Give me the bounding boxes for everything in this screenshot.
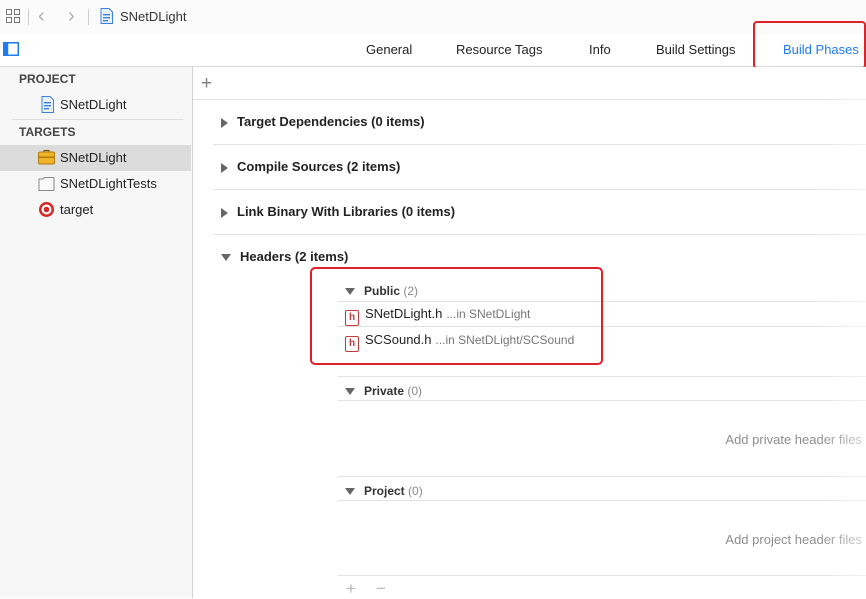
sidebar-item-project[interactable]: SNetDLight [0, 92, 191, 118]
disclosure-triangle-icon[interactable] [221, 162, 228, 173]
sidebar-toggle-icon[interactable] [3, 42, 19, 56]
phase-target-dependencies[interactable]: Target Dependencies (0 items) [221, 114, 425, 129]
sidebar-item-target-snetdlight[interactable]: SNetDLight [0, 145, 191, 171]
back-icon[interactable]: ‹ [38, 6, 45, 26]
divider [338, 400, 866, 401]
annotation-highlight-public-headers [310, 267, 603, 365]
project-navigator: PROJECT SNetDLight TARGETS SNetDLight SN… [0, 67, 193, 598]
group-label: Private [364, 384, 405, 398]
headers-private-group[interactable]: Private (0) [345, 382, 866, 400]
build-phases-editor: + Target Dependencies (0 items) Compile … [193, 67, 866, 598]
project-section-header: PROJECT [19, 72, 76, 86]
project-file-icon [41, 96, 54, 113]
group-count: (0) [407, 384, 423, 398]
targets-section-header: TARGETS [19, 125, 76, 139]
toolbar-divider [88, 9, 89, 25]
divider [338, 376, 866, 377]
divider [213, 234, 866, 235]
phase-headers[interactable]: Headers (2 items) [221, 249, 348, 264]
divider [213, 144, 866, 145]
sidebar-item-label: target [60, 202, 94, 217]
sidebar-item-target-target[interactable]: target [0, 197, 191, 223]
forward-icon[interactable]: › [68, 6, 75, 26]
target-icon [39, 202, 54, 217]
sidebar-item-label: SNetDLight [60, 150, 127, 165]
breadcrumb-project[interactable]: SNetDLight [120, 9, 186, 24]
grid-icon[interactable] [6, 9, 20, 23]
divider [213, 189, 866, 190]
disclosure-triangle-icon[interactable] [221, 207, 228, 218]
phase-compile-sources[interactable]: Compile Sources (2 items) [221, 159, 400, 174]
phase-label: Compile Sources (2 items) [237, 159, 401, 174]
add-build-phase-button[interactable]: + [201, 73, 212, 95]
phase-label: Headers (2 items) [240, 249, 349, 264]
toolbar-divider [28, 9, 29, 25]
test-bundle-icon [38, 177, 55, 191]
divider [338, 476, 866, 477]
phase-link-binary[interactable]: Link Binary With Libraries (0 items) [221, 204, 455, 219]
group-label: Project [364, 484, 405, 498]
private-drop-hint: Add private header files [725, 432, 862, 447]
tab-info[interactable]: Info [589, 42, 611, 57]
tab-general[interactable]: General [366, 42, 412, 57]
tab-resource-tags[interactable]: Resource Tags [456, 42, 542, 57]
toolbox-icon [38, 149, 55, 165]
disclosure-triangle-icon[interactable] [345, 488, 355, 496]
editor-tab-bar: General Resource Tags Info Build Setting… [0, 34, 866, 67]
tab-build-settings[interactable]: Build Settings [656, 42, 736, 57]
divider [338, 500, 866, 501]
sidebar-item-target-tests[interactable]: SNetDLightTests [0, 171, 191, 197]
divider [338, 575, 866, 576]
annotation-highlight-build-phases [753, 21, 866, 69]
disclosure-triangle-icon[interactable] [221, 254, 231, 262]
add-header-button[interactable]: + [346, 579, 356, 599]
project-drop-hint: Add project header files [725, 532, 862, 547]
group-count: (0) [408, 484, 423, 498]
disclosure-triangle-icon[interactable] [221, 117, 228, 128]
headers-project-group[interactable]: Project (0) [345, 482, 866, 500]
sidebar-divider [12, 119, 183, 120]
project-file-icon [100, 8, 113, 24]
sidebar-item-label: SNetDLightTests [60, 176, 157, 191]
phase-label: Link Binary With Libraries (0 items) [237, 204, 456, 219]
phase-label: Target Dependencies (0 items) [237, 114, 425, 129]
disclosure-triangle-icon[interactable] [345, 388, 355, 396]
jump-bar: ‹ › SNetDLight [0, 0, 866, 35]
sidebar-item-label: SNetDLight [60, 97, 127, 112]
divider [193, 99, 866, 100]
remove-header-button[interactable]: − [376, 579, 386, 599]
